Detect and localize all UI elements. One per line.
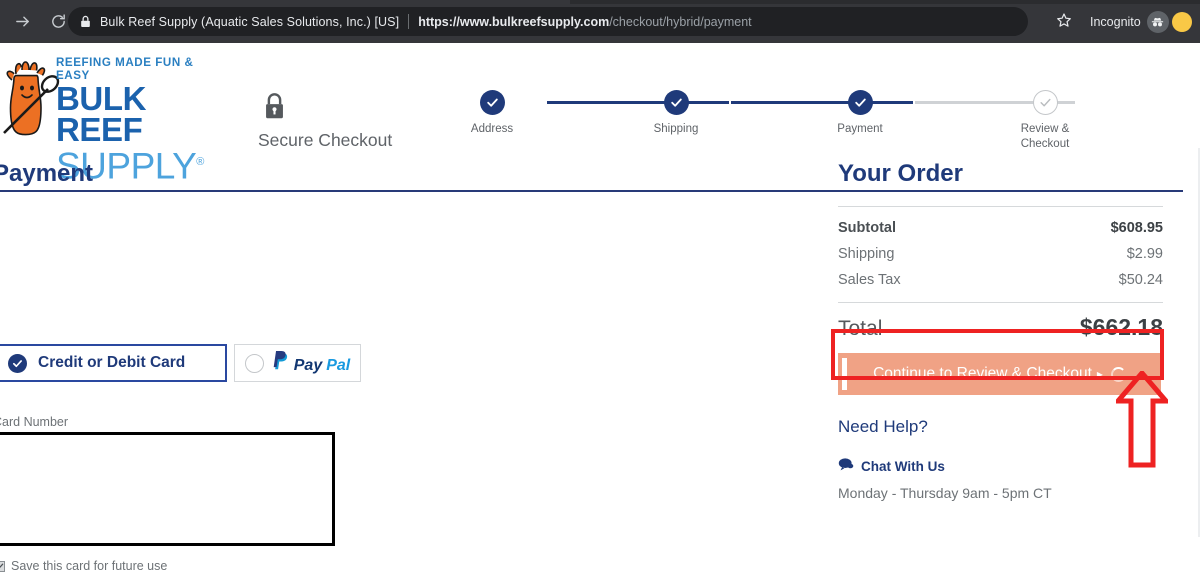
coral-mascot-icon (2, 58, 64, 141)
payment-method-credit-card[interactable]: Credit or Debit Card (0, 344, 227, 382)
checkout-progress-stepper: Address Shipping Payment Review & Checko… (455, 90, 1095, 152)
brand-tagline: REEFING MADE FUN & EASY (56, 56, 194, 82)
forward-button[interactable] (8, 8, 36, 36)
order-summary-divider-total (838, 302, 1163, 303)
incognito-label: Incognito (1090, 15, 1141, 29)
order-total-value: $662.18 (1079, 314, 1163, 340)
loading-spinner-icon (1110, 366, 1126, 382)
address-bar[interactable]: Bulk Reef Supply (Aquatic Sales Solution… (68, 7, 1028, 36)
chevron-right-icon: ▸ (1096, 367, 1103, 381)
incognito-indicator[interactable]: Incognito (1090, 11, 1169, 33)
omnibox-divider (408, 14, 410, 29)
order-line-shipping-label: Shipping (838, 246, 895, 262)
stepper-review-line-1: Review & (1020, 123, 1070, 135)
arrow-forward-icon (14, 13, 31, 30)
stepper-line-2 (731, 101, 913, 104)
check-circle-icon (847, 90, 873, 115)
check-circle-icon (663, 90, 689, 115)
secure-checkout-badge: Secure Checkout (258, 91, 418, 151)
chat-with-us-label: Chat With Us (861, 459, 945, 474)
order-total-row: Total $662.18 (838, 314, 1163, 341)
secure-checkout-label: Secure Checkout (258, 130, 393, 150)
button-loading-bar (842, 358, 847, 390)
radio-unselected-icon (244, 353, 264, 373)
bookmark-button[interactable] (1052, 10, 1076, 34)
stepper-line-1 (547, 101, 729, 104)
order-line-subtotal-label: Subtotal (838, 220, 896, 236)
registered-mark: ® (196, 156, 204, 168)
order-total-label: Total (838, 317, 883, 340)
stepper-step-payment-label: Payment (837, 123, 883, 135)
order-line-sales-tax-value: $50.24 (1118, 272, 1163, 288)
stepper-step-shipping[interactable]: Shipping (621, 90, 731, 137)
need-help-heading: Need Help? (838, 417, 928, 436)
site-identity-label: Bulk Reef Supply (Aquatic Sales Solution… (100, 14, 400, 29)
paypal-logo-icon: Pay Pal (272, 351, 350, 375)
stepper-step-address[interactable]: Address (437, 90, 547, 137)
lock-icon (80, 15, 91, 28)
reload-icon (50, 13, 67, 30)
radio-selected-icon (8, 353, 27, 373)
browser-toolbar: Bulk Reef Supply (Aquatic Sales Solution… (0, 0, 1200, 43)
order-line-shipping-value: $2.99 (1126, 246, 1163, 262)
profile-avatar-icon[interactable] (1172, 12, 1192, 32)
paypal-logo-pay: Pay (293, 357, 323, 374)
save-card-label: Save this card for future use (11, 559, 168, 573)
chat-with-us-link[interactable]: Chat With Us (838, 457, 1163, 476)
paypal-logo-pal: Pal (326, 357, 351, 374)
page-title: Payment (0, 160, 94, 187)
stepper-step-payment[interactable]: Payment (805, 90, 915, 137)
order-summary-title: Your Order (838, 160, 963, 187)
chat-hours: Monday - Thursday 9am - 5pm CT (838, 485, 1052, 501)
url-path: /checkout/hybrid/payment (609, 14, 752, 29)
url-origin: https://www.bulkreefsupply.com (418, 14, 610, 29)
tab-strip-shadow (570, 0, 1200, 4)
order-summary-divider-top (838, 206, 1163, 207)
incognito-icon (1146, 11, 1169, 33)
order-line-subtotal: Subtotal $608.95 (838, 220, 1163, 236)
stepper-step-review-checkout[interactable]: Review & Checkout (990, 90, 1100, 152)
order-line-sales-tax-label: Sales Tax (838, 272, 901, 288)
order-line-subtotal-value: $608.95 (1110, 220, 1163, 236)
order-line-shipping: Shipping $2.99 (838, 246, 1163, 262)
order-line-sales-tax: Sales Tax $50.24 (838, 272, 1163, 288)
continue-button-label: Continue to Review & Checkout (873, 365, 1092, 382)
check-circle-outline-icon (1032, 90, 1058, 115)
save-card-checkbox[interactable] (0, 560, 5, 572)
brand-line-1: BULK REEF (56, 80, 147, 148)
order-summary: Your Order Subtotal $608.95 Shipping $2.… (838, 152, 1163, 501)
payment-method-credit-card-label: Credit or Debit Card (38, 354, 186, 371)
chat-bubble-icon (838, 457, 854, 476)
stepper-step-shipping-label: Shipping (653, 123, 699, 135)
payment-method-paypal[interactable]: Pay Pal (234, 344, 361, 382)
stepper-step-address-label: Address (470, 123, 514, 135)
stepper-review-line-2: Checkout (1020, 138, 1070, 150)
save-card-row[interactable]: Save this card for future use (0, 559, 167, 573)
star-icon (1056, 12, 1072, 33)
payment-method-tabs: Credit or Debit Card Pay Pal (0, 344, 361, 382)
stepper-step-review-checkout-label: Review & Checkout (990, 122, 1100, 152)
card-number-label: Card Number (0, 415, 69, 429)
padlock-icon (262, 91, 418, 126)
site-header: REEFING MADE FUN & EASY BULK REEF SUPPLY… (0, 43, 1200, 192)
card-number-input[interactable] (0, 432, 335, 546)
check-circle-icon (479, 90, 505, 115)
continue-to-review-and-checkout-button[interactable]: Continue to Review & Checkout ▸ (838, 353, 1161, 395)
brand-logo[interactable]: REEFING MADE FUN & EASY BULK REEF SUPPLY… (0, 50, 215, 184)
